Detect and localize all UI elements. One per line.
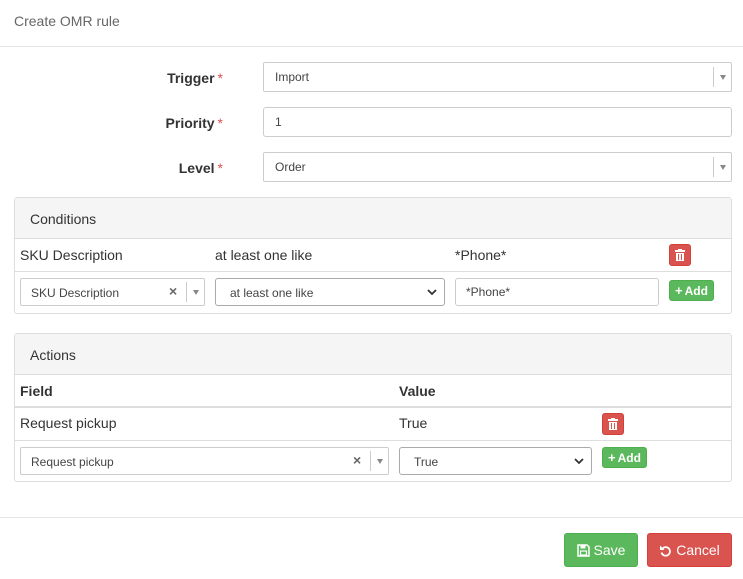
condition-field-select-value: SKU Description <box>31 286 120 300</box>
caret-down-icon <box>377 459 383 464</box>
caret-down-icon <box>720 75 726 80</box>
undo-icon <box>660 545 672 557</box>
priority-row: Priority * <box>0 107 743 137</box>
conditions-panel: Conditions SKU Description at least one … <box>14 197 732 314</box>
action-field-select-value: Request pickup <box>31 455 114 469</box>
actions-title: Actions <box>30 347 76 363</box>
priority-input[interactable] <box>263 107 732 137</box>
level-label: Level * <box>178 160 223 176</box>
modal-title: Create OMR rule <box>14 13 120 29</box>
condition-field: SKU Description <box>20 247 123 263</box>
floppy-disk-icon <box>576 543 590 557</box>
priority-label: Priority * <box>165 115 223 131</box>
trigger-select-value: Import <box>275 70 310 84</box>
chevron-down-icon <box>427 289 437 296</box>
actions-panel-heading: Actions <box>15 334 731 375</box>
trash-icon <box>608 418 618 430</box>
action-field-select[interactable]: Request pickup × <box>20 447 389 475</box>
trigger-row: Trigger * Import <box>0 62 743 92</box>
trigger-select[interactable]: Import <box>263 62 732 92</box>
delete-action-button[interactable] <box>602 413 624 435</box>
header-divider <box>15 406 731 408</box>
chevron-down-icon <box>574 458 584 465</box>
plus-icon: + <box>675 283 683 298</box>
cancel-button[interactable]: Cancel <box>647 533 732 567</box>
required-mark: * <box>217 70 223 86</box>
required-mark: * <box>217 160 223 176</box>
trigger-dropdown-toggle[interactable] <box>713 67 731 87</box>
row-divider <box>15 440 731 441</box>
condition-value-input[interactable] <box>455 278 659 306</box>
condition-operator: at least one like <box>215 247 313 263</box>
add-condition-button[interactable]: + Add <box>669 280 714 301</box>
level-select[interactable]: Order <box>263 152 732 182</box>
modal-footer-divider <box>0 517 743 518</box>
condition-operator-select-value: at least one like <box>230 286 314 300</box>
condition-field-dropdown-toggle[interactable] <box>186 282 204 302</box>
conditions-panel-heading: Conditions <box>15 198 731 239</box>
trash-icon <box>675 249 685 261</box>
condition-value: *Phone* <box>455 247 507 263</box>
action-value-select[interactable]: True <box>399 447 592 475</box>
action-field-dropdown-toggle[interactable] <box>370 451 388 471</box>
caret-down-icon <box>193 290 199 295</box>
level-row: Level * Order <box>0 152 743 182</box>
delete-condition-button[interactable] <box>669 244 691 266</box>
save-button[interactable]: Save <box>564 533 638 567</box>
plus-icon: + <box>608 450 616 465</box>
actions-panel: Actions Field Value Request pickup True … <box>14 333 732 482</box>
condition-field-select[interactable]: SKU Description × <box>20 278 205 306</box>
row-divider <box>15 271 731 272</box>
column-header-field: Field <box>20 383 53 399</box>
level-dropdown-toggle[interactable] <box>713 157 731 177</box>
action-value-select-value: True <box>414 455 439 469</box>
cancel-label: Cancel <box>676 542 720 558</box>
add-condition-label: Add <box>684 283 708 298</box>
trigger-label: Trigger * <box>167 70 223 86</box>
clear-selection-icon[interactable]: × <box>169 283 177 299</box>
add-action-button[interactable]: + Add <box>602 447 647 468</box>
condition-operator-select[interactable]: at least one like <box>215 278 445 306</box>
action-value: True <box>399 415 428 431</box>
clear-selection-icon[interactable]: × <box>353 452 361 468</box>
caret-down-icon <box>720 165 726 170</box>
conditions-title: Conditions <box>30 211 97 227</box>
column-header-value: Value <box>399 383 436 399</box>
modal-header: Create OMR rule <box>0 0 743 47</box>
save-label: Save <box>593 542 626 558</box>
add-action-label: Add <box>617 450 641 465</box>
level-select-value: Order <box>275 160 306 174</box>
action-field: Request pickup <box>20 415 117 431</box>
required-mark: * <box>217 115 223 131</box>
